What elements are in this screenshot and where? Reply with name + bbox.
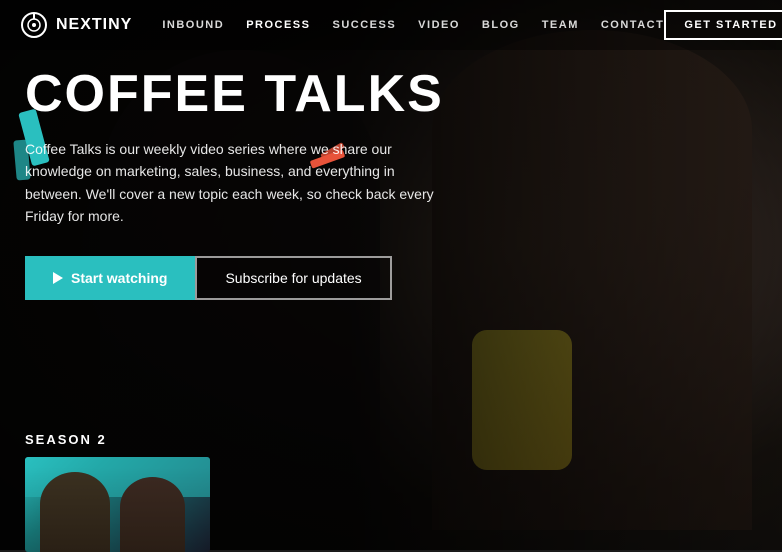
subscribe-button[interactable]: Subscribe for updates [195,256,391,300]
season-thumbnail[interactable] [25,457,210,552]
start-watching-button[interactable]: Start watching [25,256,195,300]
hero-title: COFFEE TALKS [25,68,485,120]
get-started-button[interactable]: GET STARTED [664,10,782,40]
season-section: SEASON 2 [0,420,782,550]
nav-blog[interactable]: BLOG [482,19,520,31]
logo-icon [20,11,48,39]
hero-buttons: Start watching Subscribe for updates [25,256,485,300]
nav-inbound[interactable]: INBOUND [162,19,224,31]
navbar: NEXTINY INBOUND PROCESS SUCCESS VIDEO BL… [0,0,782,50]
nav-success[interactable]: SUCCESS [332,19,396,31]
brand-name: NEXTINY [56,16,132,34]
thumbnail-person-1 [40,472,110,552]
play-icon [53,272,63,284]
hero-description: Coffee Talks is our weekly video series … [25,138,445,228]
logo-area[interactable]: NEXTINY [20,11,132,39]
nav-process[interactable]: PROCESS [246,19,310,31]
nav-contact[interactable]: CONTACT [601,19,664,31]
thumbnail-person-2 [120,477,185,552]
hero-content: COFFEE TALKS Coffee Talks is our weekly … [25,68,485,300]
start-watching-label: Start watching [71,270,167,286]
season-label: SEASON 2 [25,432,757,447]
nav-links: INBOUND PROCESS SUCCESS VIDEO BLOG TEAM … [162,19,664,31]
nav-team[interactable]: TEAM [542,19,579,31]
nav-video[interactable]: VIDEO [418,19,460,31]
